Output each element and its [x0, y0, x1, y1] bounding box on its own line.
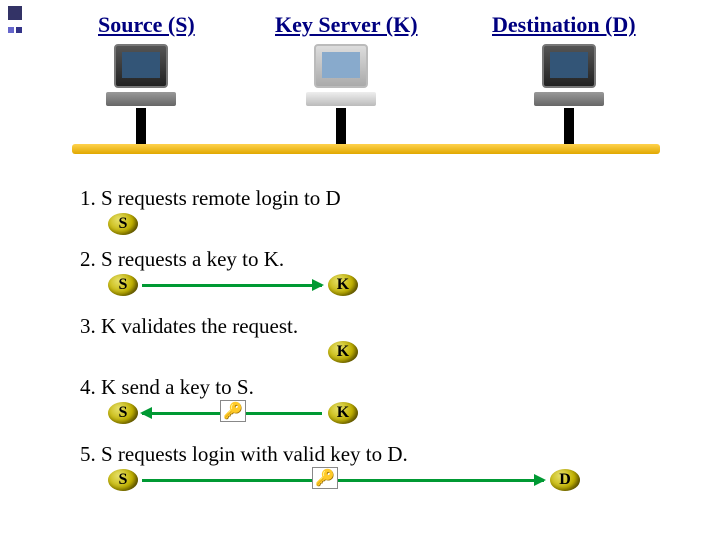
protocol-steps: 1. S requests remote login to D S 2. S r…: [80, 180, 670, 509]
node-s: S: [108, 274, 138, 296]
step-4-text: 4. K send a key to S.: [80, 375, 670, 400]
label-destination: Destination (D): [492, 12, 636, 38]
label-source: Source (S): [98, 12, 195, 38]
step-1-row: S: [80, 213, 670, 245]
arrow-s-to-k: [142, 284, 322, 287]
slide-bullet-decoration: [8, 6, 22, 45]
node-s: S: [108, 469, 138, 491]
node-k: K: [328, 341, 358, 363]
network-bus: [72, 144, 660, 154]
step-2-row: S K: [80, 274, 670, 306]
stem-destination: [564, 108, 574, 144]
step-1-text: 1. S requests remote login to D: [80, 186, 670, 211]
step-3-text: 3. K validates the request.: [80, 314, 670, 339]
step-5-text: 5. S requests login with valid key to D.: [80, 442, 670, 467]
computer-source: [96, 44, 186, 106]
step-4-row: S 🔑 K: [80, 402, 670, 434]
step-5-row: S 🔑 D: [80, 469, 670, 501]
key-icon: 🔑: [220, 400, 246, 422]
computer-keyserver: [296, 44, 386, 106]
node-s: S: [108, 402, 138, 424]
node-k: K: [328, 274, 358, 296]
step-3-row: K: [80, 341, 670, 373]
node-s: S: [108, 213, 138, 235]
label-keyserver: Key Server (K): [275, 12, 418, 38]
stem-source: [136, 108, 146, 144]
step-2-text: 2. S requests a key to K.: [80, 247, 670, 272]
stem-keyserver: [336, 108, 346, 144]
node-k: K: [328, 402, 358, 424]
computer-destination: [524, 44, 614, 106]
key-icon: 🔑: [312, 467, 338, 489]
arrow-s-to-d: [142, 479, 544, 482]
node-d: D: [550, 469, 580, 491]
